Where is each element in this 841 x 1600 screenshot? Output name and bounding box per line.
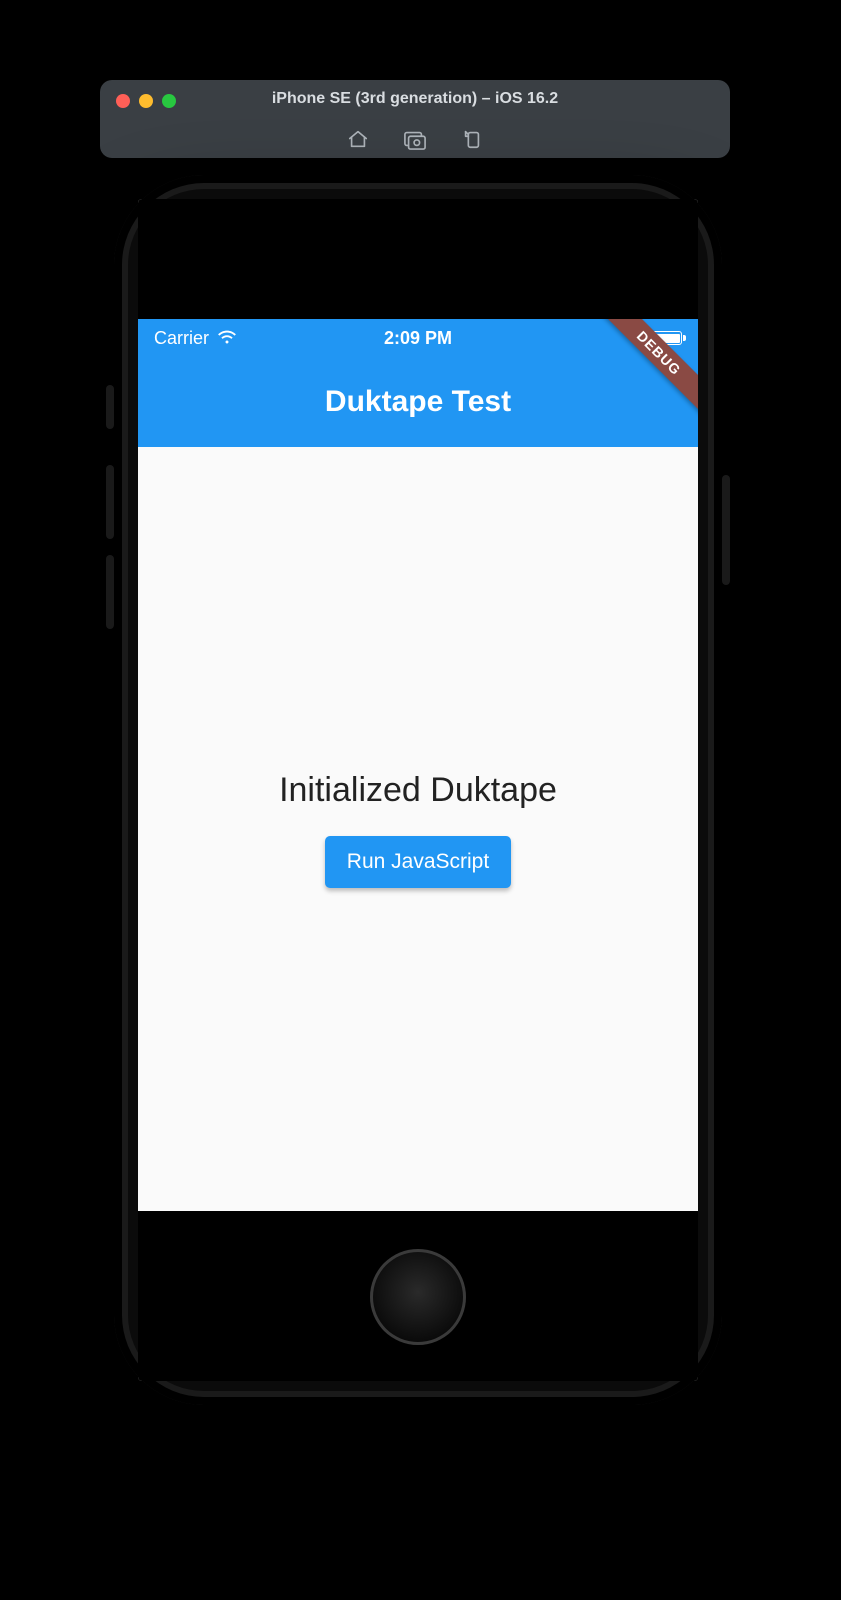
simulator-title: iPhone SE (3rd generation) – iOS 16.2 <box>100 90 730 108</box>
iphone-device-frame: Carrier 2:09 PM Duktape Test DEBUG Initi… <box>114 175 722 1405</box>
app-viewport: Carrier 2:09 PM Duktape Test DEBUG Initi… <box>138 319 698 1211</box>
power-button[interactable] <box>722 475 730 585</box>
home-icon[interactable] <box>347 128 369 150</box>
mute-switch[interactable] <box>106 385 114 429</box>
app-title: Duktape Test <box>138 357 698 447</box>
volume-up-button[interactable] <box>106 465 114 539</box>
status-text: Initialized Duktape <box>279 771 557 810</box>
rotate-icon[interactable] <box>461 128 483 150</box>
clock-label: 2:09 PM <box>384 328 452 348</box>
app-bar: Carrier 2:09 PM Duktape Test DEBUG <box>138 319 698 447</box>
carrier-label: Carrier <box>154 328 209 349</box>
screenshot-icon[interactable] <box>403 128 427 150</box>
wifi-icon <box>217 328 237 349</box>
simulator-titlebar: iPhone SE (3rd generation) – iOS 16.2 <box>100 80 730 158</box>
app-body: Initialized Duktape Run JavaScript <box>138 447 698 1211</box>
run-javascript-button[interactable]: Run JavaScript <box>325 836 511 888</box>
volume-down-button[interactable] <box>106 555 114 629</box>
home-button[interactable] <box>370 1249 466 1345</box>
